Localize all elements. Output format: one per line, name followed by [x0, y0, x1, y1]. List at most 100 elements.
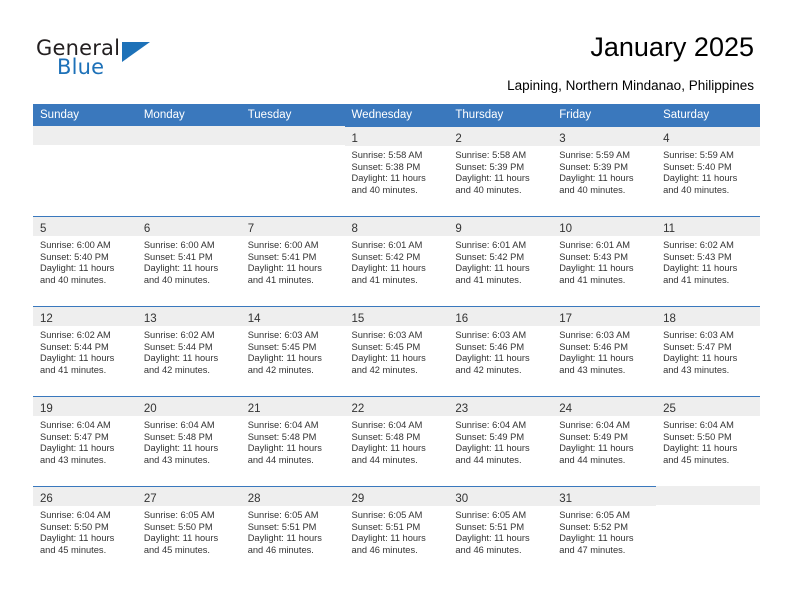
daylight-text-line2: and 44 minutes. — [247, 454, 314, 465]
calendar-day-15[interactable]: 15 Sunrise: 6:03 AM Sunset: 5:45 PM Dayligh… — [344, 306, 449, 396]
day-details: Sunrise: 6:05 AM Sunset: 5:50 PM Daylight:… — [137, 506, 241, 556]
sunrise-text: Sunrise: 6:04 AM — [455, 420, 527, 430]
calendar-day-3[interactable]: 3 Sunrise: 5:59 AM Sunset: 5:39 PM Daylight… — [552, 126, 657, 216]
sunrise-text: Sunrise: 6:04 AM — [247, 420, 319, 430]
calendar-cell: 27 Sunrise: 6:05 AM Sunset: 5:50 PM Dayligh… — [136, 486, 241, 576]
calendar-cell: 28 Sunrise: 6:05 AM Sunset: 5:51 PM Dayligh… — [240, 486, 345, 576]
daylight-text-line1: Daylight: 11 hours — [247, 263, 322, 274]
calendar-cell: 10 Sunrise: 6:01 AM Sunset: 5:43 PM Dayligh… — [552, 216, 657, 306]
calendar-cell: 1 Sunrise: 5:58 AM Sunset: 5:38 PM Daylight… — [344, 126, 449, 216]
calendar-day-25[interactable]: 25 Sunrise: 6:04 AM Sunset: 5:50 PM Dayligh… — [656, 396, 760, 486]
day-number-bar: 17 — [552, 307, 657, 326]
page-subtitle: Lapining, Northern Mindanao, Philippines — [507, 78, 754, 93]
day-number: 28 — [247, 493, 261, 505]
daylight-text-line1: Daylight: 11 hours — [559, 263, 634, 274]
calendar-day-18[interactable]: 18 Sunrise: 6:03 AM Sunset: 5:47 PM Dayligh… — [656, 306, 760, 396]
sunrise-text: Sunrise: 6:01 AM — [455, 240, 527, 250]
calendar-day-22[interactable]: 22 Sunrise: 6:04 AM Sunset: 5:48 PM Dayligh… — [344, 396, 449, 486]
day-number-bar: 20 — [136, 397, 241, 416]
calendar-cell: 3 Sunrise: 5:59 AM Sunset: 5:39 PM Daylight… — [552, 126, 657, 216]
day-number-bar: 25 — [656, 397, 760, 416]
calendar-day-2[interactable]: 2 Sunrise: 5:58 AM Sunset: 5:39 PM Daylight… — [448, 126, 553, 216]
daylight-text-line2: and 41 minutes. — [351, 274, 418, 285]
daylight-text-line1: Daylight: 11 hours — [143, 353, 219, 364]
sunset-text: Sunset: 5:38 PM — [351, 161, 421, 172]
calendar-day-28[interactable]: 28 Sunrise: 6:05 AM Sunset: 5:51 PM Dayligh… — [240, 486, 345, 576]
calendar-day-12[interactable]: 12 Sunrise: 6:02 AM Sunset: 5:44 PM Dayligh… — [33, 306, 137, 396]
calendar-day-10[interactable]: 10 Sunrise: 6:01 AM Sunset: 5:43 PM Dayligh… — [552, 216, 657, 306]
calendar-cell: 30 Sunrise: 6:05 AM Sunset: 5:51 PM Dayligh… — [448, 486, 553, 576]
calendar-day-17[interactable]: 17 Sunrise: 6:03 AM Sunset: 5:46 PM Dayligh… — [552, 306, 657, 396]
calendar-day-1[interactable]: 1 Sunrise: 5:58 AM Sunset: 5:38 PM Daylight… — [344, 126, 449, 216]
calendar-week-row: 12 Sunrise: 6:02 AM Sunset: 5:44 PM Dayligh… — [33, 306, 760, 396]
calendar-cell: 20 Sunrise: 6:04 AM Sunset: 5:48 PM Dayligh… — [136, 396, 241, 486]
calendar-day-31[interactable]: 31 Sunrise: 6:05 AM Sunset: 5:52 PM Dayligh… — [552, 486, 657, 576]
day-number: 3 — [559, 133, 566, 145]
daylight-text-line2: and 40 minutes. — [663, 184, 730, 195]
calendar-cell — [240, 126, 345, 216]
day-number: 1 — [351, 133, 358, 145]
calendar-day-empty — [136, 126, 241, 216]
day-details: Sunrise: 6:05 AM Sunset: 5:52 PM Daylight:… — [552, 506, 656, 556]
daylight-text-line2: and 42 minutes. — [143, 364, 210, 375]
calendar-day-19[interactable]: 19 Sunrise: 6:04 AM Sunset: 5:47 PM Dayligh… — [33, 396, 137, 486]
day-details: Sunrise: 6:05 AM Sunset: 5:51 PM Daylight:… — [448, 506, 552, 556]
calendar-day-5[interactable]: 5 Sunrise: 6:00 AM Sunset: 5:40 PM Daylight… — [33, 216, 137, 306]
day-details: Sunrise: 6:03 AM Sunset: 5:45 PM Daylight:… — [241, 326, 345, 376]
calendar-day-20[interactable]: 20 Sunrise: 6:04 AM Sunset: 5:48 PM Dayligh… — [136, 396, 241, 486]
sunrise-text: Sunrise: 6:04 AM — [40, 510, 111, 520]
daylight-text-line2: and 45 minutes. — [663, 454, 730, 465]
day-number: 27 — [143, 493, 157, 505]
calendar-day-13[interactable]: 13 Sunrise: 6:02 AM Sunset: 5:44 PM Dayligh… — [136, 306, 241, 396]
sunset-text: Sunset: 5:51 PM — [351, 521, 421, 532]
daylight-text-line1: Daylight: 11 hours — [663, 353, 738, 364]
calendar-day-11[interactable]: 11 Sunrise: 6:02 AM Sunset: 5:43 PM Dayligh… — [656, 216, 760, 306]
day-details: Sunrise: 6:03 AM Sunset: 5:46 PM Daylight:… — [552, 326, 656, 376]
sunrise-text: Sunrise: 6:02 AM — [663, 240, 734, 250]
sunrise-text: Sunrise: 6:01 AM — [351, 240, 423, 250]
day-number: 2 — [455, 133, 462, 145]
calendar-day-4[interactable]: 4 Sunrise: 5:59 AM Sunset: 5:40 PM Daylight… — [656, 126, 760, 216]
calendar-day-21[interactable]: 21 Sunrise: 6:04 AM Sunset: 5:48 PM Dayligh… — [240, 396, 345, 486]
day-details: Sunrise: 6:04 AM Sunset: 5:50 PM Daylight:… — [656, 416, 760, 466]
daylight-text-line1: Daylight: 11 hours — [559, 353, 634, 364]
day-details: Sunrise: 6:03 AM Sunset: 5:47 PM Daylight:… — [656, 326, 760, 376]
day-number-bar: 29 — [344, 487, 449, 506]
sunrise-text: Sunrise: 6:04 AM — [663, 420, 734, 430]
day-number-bar: 11 — [656, 217, 760, 236]
day-number-bar: 5 — [33, 217, 137, 236]
calendar-cell: 4 Sunrise: 5:59 AM Sunset: 5:40 PM Daylight… — [656, 126, 760, 216]
day-number-bar: 22 — [344, 397, 449, 416]
calendar-day-27[interactable]: 27 Sunrise: 6:05 AM Sunset: 5:50 PM Dayligh… — [136, 486, 241, 576]
calendar-day-16[interactable]: 16 Sunrise: 6:03 AM Sunset: 5:46 PM Dayligh… — [448, 306, 553, 396]
calendar-week-row: 19 Sunrise: 6:04 AM Sunset: 5:47 PM Dayligh… — [33, 396, 760, 486]
sunrise-text: Sunrise: 6:05 AM — [455, 510, 527, 520]
calendar-day-29[interactable]: 29 Sunrise: 6:05 AM Sunset: 5:51 PM Dayligh… — [344, 486, 449, 576]
brand-logo[interactable]: General Blue — [36, 36, 256, 86]
day-number: 7 — [247, 223, 255, 235]
day-number-bar: 18 — [656, 307, 760, 326]
calendar-day-8[interactable]: 8 Sunrise: 6:01 AM Sunset: 5:42 PM Daylight… — [344, 216, 449, 306]
day-number: 9 — [455, 223, 462, 235]
calendar-day-26[interactable]: 26 Sunrise: 6:04 AM Sunset: 5:50 PM Dayligh… — [33, 486, 137, 576]
calendar-cell: 23 Sunrise: 6:04 AM Sunset: 5:49 PM Dayligh… — [448, 396, 553, 486]
day-number: 16 — [455, 313, 469, 325]
sunrise-text: Sunrise: 6:01 AM — [559, 240, 631, 250]
calendar-day-6[interactable]: 6 Sunrise: 6:00 AM Sunset: 5:41 PM Daylight… — [136, 216, 241, 306]
sunset-text: Sunset: 5:47 PM — [40, 431, 109, 442]
calendar-day-23[interactable]: 23 Sunrise: 6:04 AM Sunset: 5:49 PM Dayligh… — [448, 396, 553, 486]
calendar-day-14[interactable]: 14 Sunrise: 6:03 AM Sunset: 5:45 PM Dayligh… — [240, 306, 345, 396]
sunrise-text: Sunrise: 6:04 AM — [351, 420, 423, 430]
daylight-text-line1: Daylight: 11 hours — [40, 353, 115, 364]
calendar-cell: 11 Sunrise: 6:02 AM Sunset: 5:43 PM Dayligh… — [656, 216, 760, 306]
calendar-cell — [656, 486, 760, 576]
day-number-bar: 23 — [448, 397, 553, 416]
day-details: Sunrise: 5:58 AM Sunset: 5:38 PM Daylight:… — [345, 146, 449, 196]
calendar-day-24[interactable]: 24 Sunrise: 6:04 AM Sunset: 5:49 PM Dayligh… — [552, 396, 657, 486]
day-details: Sunrise: 6:02 AM Sunset: 5:43 PM Daylight:… — [656, 236, 760, 286]
daylight-text-line1: Daylight: 11 hours — [663, 263, 738, 274]
calendar-day-30[interactable]: 30 Sunrise: 6:05 AM Sunset: 5:51 PM Dayligh… — [448, 486, 553, 576]
calendar-day-7[interactable]: 7 Sunrise: 6:00 AM Sunset: 5:41 PM Daylight… — [240, 216, 345, 306]
calendar-day-9[interactable]: 9 Sunrise: 6:01 AM Sunset: 5:42 PM Daylight… — [448, 216, 553, 306]
day-number: 30 — [455, 493, 469, 505]
